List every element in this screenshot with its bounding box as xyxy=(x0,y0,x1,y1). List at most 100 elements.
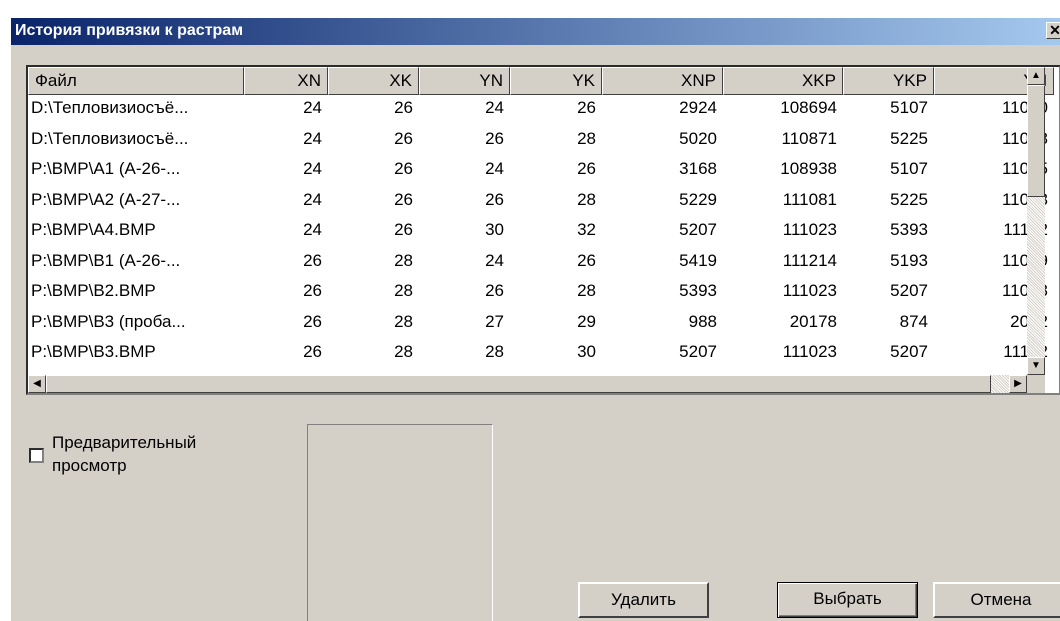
arrow-left-icon: ◀ xyxy=(33,378,41,389)
table-cell: 5193 xyxy=(890,250,928,270)
table-cell: 111023 xyxy=(782,281,837,300)
table-cell: 111081 xyxy=(782,189,837,209)
table-cell: 2924 xyxy=(679,98,717,117)
table-cell: 26 xyxy=(577,98,596,117)
table-cell: 5207 xyxy=(679,220,717,239)
table-cell: 28 xyxy=(577,128,596,148)
horizontal-scroll-thumb[interactable] xyxy=(46,375,991,393)
table-cell: 26 xyxy=(303,311,322,331)
scroll-left-button[interactable]: ◀ xyxy=(28,375,46,393)
table-cell: 24 xyxy=(485,159,504,178)
vertical-scroll-thumb[interactable] xyxy=(1027,85,1045,197)
arrow-right-icon: ▶ xyxy=(1014,378,1022,389)
table-cell: 26 xyxy=(485,128,504,148)
table-cell: 30 xyxy=(577,342,596,361)
table-cell: 24 xyxy=(485,250,504,270)
scroll-right-button[interactable]: ▶ xyxy=(1009,375,1027,393)
table-cell: D:\Тепловизиосъё... xyxy=(31,98,189,117)
column-header[interactable]: XK xyxy=(328,67,419,95)
table-cell: 24 xyxy=(303,128,322,148)
table-cell: P:\BMP\B3 (проба... xyxy=(31,311,186,331)
table-cell: 28 xyxy=(394,342,413,361)
table-cell: D:\Тепловизиосъё... xyxy=(31,128,189,148)
column-header[interactable]: Файл xyxy=(28,67,244,95)
delete-button[interactable]: Удалить xyxy=(578,582,709,618)
table-cell: 988 xyxy=(688,311,717,331)
column-header[interactable]: YN xyxy=(419,67,510,95)
window-title: История привязки к растрам xyxy=(15,22,244,39)
preview-area xyxy=(307,424,493,621)
table-row[interactable]: P:\BMP\A2 (A-27-... 24 26 26 28 5229 111081 522… xyxy=(28,189,1048,213)
table-cell: 5393 xyxy=(890,220,928,239)
preview-checkbox-label[interactable]: Предварительный просмотр xyxy=(52,431,252,477)
table-row[interactable]: P:\BMP\A4.BMP 24 26 30 32 5207 111023 5393 11102 xyxy=(28,219,1048,243)
table-cell: 5419 xyxy=(679,250,717,270)
table-row[interactable]: D:\Тепловизиосъё... 24 26 26 28 5020 110871 522… xyxy=(28,128,1048,152)
arrow-down-icon: ▼ xyxy=(1031,360,1041,371)
binding-history-table[interactable]: ФайлXNXKYNYKXNPXKPYKPYN D:\Тепловизиосъё… xyxy=(26,65,1060,395)
table-cell: 111023 xyxy=(782,342,837,361)
table-cell: 27 xyxy=(485,311,504,331)
scroll-up-button[interactable]: ▲ xyxy=(1027,67,1045,85)
column-header[interactable]: YKP xyxy=(843,67,934,95)
table-row[interactable]: D:\Тепловизиосъё... 24 26 24 26 2924 108694 510… xyxy=(28,97,1048,121)
cancel-button[interactable]: Отмена xyxy=(933,582,1060,618)
table-cell: 24 xyxy=(303,98,322,117)
table-cell: 26 xyxy=(394,159,413,178)
table-cell: 108938 xyxy=(780,159,837,178)
table-cell: 26 xyxy=(303,250,322,270)
table-cell: 28 xyxy=(394,250,413,270)
scroll-down-button[interactable]: ▼ xyxy=(1027,357,1045,375)
table-cell: 26 xyxy=(303,281,322,300)
table-cell: 26 xyxy=(394,128,413,148)
column-header[interactable]: XNP xyxy=(602,67,723,95)
table-cell: 111023 xyxy=(782,220,837,239)
table-row[interactable]: P:\BMP\B3 (проба...262827299882017887420… xyxy=(28,311,1048,335)
table-cell: 28 xyxy=(577,281,596,300)
table-cell: 5020 xyxy=(679,128,717,148)
table-cell: 26 xyxy=(485,189,504,209)
table-cell: 5107 xyxy=(890,98,928,117)
table-cell: P:\BMP\A4.BMP xyxy=(31,220,156,239)
table-cell: 24 xyxy=(485,98,504,117)
table-cell: 5107 xyxy=(890,159,928,178)
table-cell: P:\BMP\A1 (A-26-... xyxy=(31,159,181,178)
horizontal-scroll-track[interactable] xyxy=(991,375,1009,393)
horizontal-scrollbar[interactable]: ◀ ▶ xyxy=(28,375,1027,393)
table-cell: 26 xyxy=(577,250,596,270)
column-header[interactable]: XN xyxy=(244,67,328,95)
table-row[interactable]: P:\BMP\B1 (A-26-... 26 28 24 26 5419 111214 519… xyxy=(28,250,1048,274)
column-header[interactable]: XKP xyxy=(723,67,843,95)
table-cell: P:\BMP\B2.BMP xyxy=(31,281,156,300)
table-cell: 24 xyxy=(303,189,322,209)
table-cell: 5207 xyxy=(679,342,717,361)
column-header[interactable]: YK xyxy=(510,67,602,95)
table-cell: 20178 xyxy=(789,311,837,331)
preview-checkbox[interactable] xyxy=(29,448,44,463)
table-row[interactable]: P:\BMP\A1 (A-26-... 24 26 24 26 3168 108938 510… xyxy=(28,158,1048,182)
table-cell: 26 xyxy=(394,98,413,117)
table-cell: 5207 xyxy=(890,281,928,300)
close-icon: ✕ xyxy=(1049,22,1060,38)
table-cell: P:\BMP\B3.BMP xyxy=(31,342,156,361)
table-cell: 28 xyxy=(485,342,504,361)
table-cell: 5225 xyxy=(890,128,928,148)
scrollbar-corner xyxy=(1027,375,1045,393)
table-row[interactable]: P:\BMP\B3.BMP 26 28 28 30 5207 111023 5207 11102 xyxy=(28,341,1048,365)
table-cell: 24 xyxy=(303,220,322,239)
table-cell: 5393 xyxy=(679,281,717,300)
dialog-window: История привязки к растрам ✕ Файл XN XK YN Y… xyxy=(10,17,1060,621)
close-button[interactable]: ✕ xyxy=(1046,22,1060,39)
table-cell: 108694 xyxy=(780,98,837,117)
table-cell: 111214 xyxy=(782,250,837,270)
table-cell: 32 xyxy=(577,220,596,239)
vertical-scrollbar[interactable]: ▲ ▼ xyxy=(1027,67,1045,375)
table-cell: 29 xyxy=(577,311,596,331)
title-bar[interactable]: История привязки к растрам ✕ xyxy=(11,18,1060,45)
table-cell: 28 xyxy=(394,311,413,331)
table-cell: 28 xyxy=(394,281,413,300)
select-button[interactable]: Выбрать xyxy=(777,582,918,618)
table-row[interactable]: P:\BMP\B2.BMP 26 28 26 28 5393 111023 5207 11083 xyxy=(28,280,1048,304)
table-cell: 26 xyxy=(394,220,413,239)
table-cell: 110871 xyxy=(781,128,837,148)
